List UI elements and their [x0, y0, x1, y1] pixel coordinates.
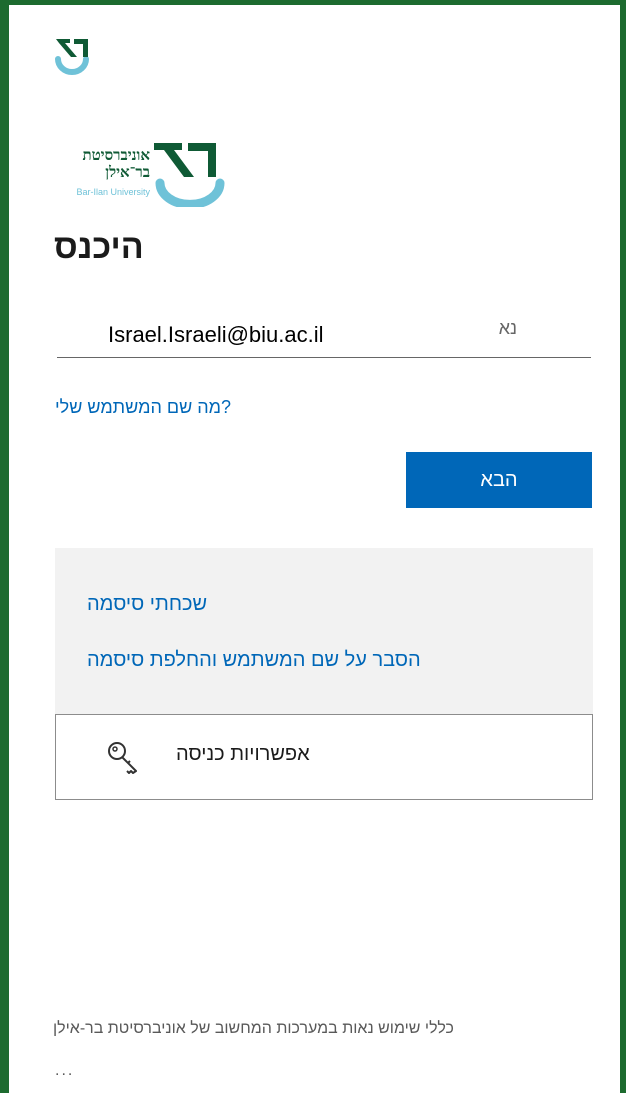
username-help-link[interactable]: ?מה שם המשתמש שלי — [55, 397, 231, 418]
brand-name-line1: אוניברסיטת — [82, 146, 150, 164]
username-explanation-link[interactable]: הסבר על שם המשתמש והחלפת סיסמה — [87, 649, 421, 672]
brand-name-hebrew: אוניברסיטת בר־אילן — [82, 147, 150, 181]
email-placeholder: נא — [498, 318, 517, 338]
terms-of-use-link[interactable]: כללי שימוש נאות במערכות המחשוב של אוניבר… — [53, 1020, 454, 1038]
brand-name-line2: בר־אילן — [105, 163, 150, 181]
bar-ilan-logo-icon — [50, 33, 94, 77]
forgot-password-link[interactable]: שכחתי סיסמה — [87, 593, 207, 616]
university-brand: אוניברסיטת בר־אילן Bar-Ilan University — [54, 137, 226, 207]
page-title: היכנס — [54, 228, 144, 266]
next-button[interactable]: הבא — [406, 452, 592, 508]
email-input-value[interactable]: Israel.Israeli@biu.ac.il — [108, 322, 324, 348]
bar-ilan-logo — [154, 143, 225, 207]
key-icon — [108, 742, 137, 774]
email-field[interactable]: Israel.Israeli@biu.ac.il נא — [57, 310, 591, 358]
window-frame-left — [0, 0, 9, 1093]
signin-options-button[interactable]: אפשרויות כניסה — [55, 714, 593, 800]
more-options-button[interactable]: ... — [55, 1062, 74, 1080]
help-panel: שכחתי סיסמה הסבר על שם המשתמש והחלפת סיס… — [55, 548, 593, 714]
window-frame-right — [620, 0, 626, 1093]
window-frame-top — [0, 0, 626, 5]
signin-options-label: אפשרויות כניסה — [176, 743, 310, 765]
brand-name-english: Bar-Ilan University — [76, 187, 150, 197]
